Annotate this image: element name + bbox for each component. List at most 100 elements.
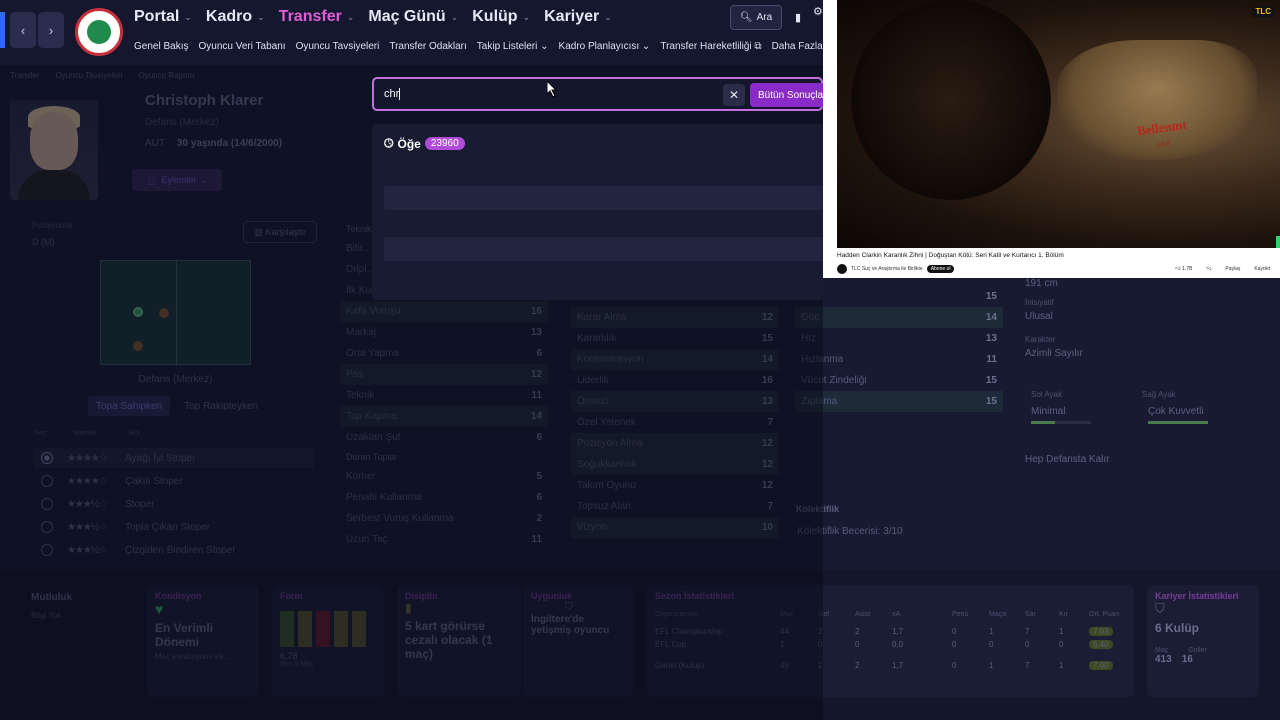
right-foot-value: Çok Kuvvetli bbox=[1148, 406, 1204, 417]
save-button[interactable]: Kaydet bbox=[1254, 266, 1270, 272]
attribute-row: Kararlılık 15 bbox=[577, 333, 773, 344]
history-icon: 🕓︎ bbox=[384, 136, 394, 150]
player-portrait bbox=[10, 100, 98, 200]
player-position: Defans (Merkez) bbox=[145, 117, 219, 128]
role-radio[interactable] bbox=[41, 498, 53, 510]
player-nationality-age: AUT 30 yaşında (14/6/2000) bbox=[145, 138, 282, 149]
role-row[interactable]: ★★★½☆ Çizgiden Bindiren Stoper bbox=[34, 540, 314, 560]
attribute-row: Kafa Vuruşu 16 bbox=[340, 301, 548, 322]
breadcrumb-item[interactable]: Oyuncu Tavsiyeleri bbox=[56, 71, 123, 80]
table-row[interactable]: Genel (Kulüp) 46 2 2 1,7 0 1 7 1 7,00 bbox=[655, 661, 1126, 670]
subnav-genel-bakis[interactable]: Genel Bakış bbox=[134, 41, 188, 52]
form-bars bbox=[280, 611, 376, 647]
role-row[interactable]: ★★★★☆ Çakılı Stoper bbox=[34, 471, 314, 491]
clear-search-button[interactable]: ✕ bbox=[723, 84, 745, 106]
role-radio[interactable] bbox=[41, 544, 53, 556]
form-card[interactable]: Form 6,78 Son 5 Maç bbox=[272, 585, 384, 697]
subnav-oyuncu-veri-tabani[interactable]: Oyuncu Veri Tabanı bbox=[198, 41, 285, 52]
nav-mac-gunu[interactable]: Maç Günü ⌄ bbox=[368, 8, 458, 26]
pitch-dot bbox=[133, 341, 143, 351]
nav-kariyer[interactable]: Kariyer ⌄ bbox=[544, 8, 612, 26]
table-row[interactable]: EFL Cup 1 0 0 0,0 0 0 0 0 6,40 bbox=[655, 640, 1126, 649]
attributes-mental: Karar Alma 12 Kararlılık 15 Konsantrasyon 1… bbox=[571, 307, 779, 538]
attribute-row: Uzun Taç 11 bbox=[346, 534, 542, 545]
roles-header: Seç Yetenek Rol bbox=[34, 430, 140, 437]
career-stats-card[interactable]: Kariyer İstatistikleri ⛉ 6 Kulüp Maç Goll… bbox=[1147, 585, 1259, 697]
attribute-row: Özel Yetenek 7 bbox=[577, 417, 773, 428]
share-button[interactable]: Paylaş bbox=[1225, 266, 1240, 272]
mouse-cursor bbox=[547, 81, 558, 98]
channel-name[interactable]: TLC Suç ve Araştırma ile Birlikte bbox=[851, 266, 923, 272]
season-stats-table: Organizasyon Maç Gol Asist xA Pens Maça … bbox=[655, 611, 1126, 670]
main-nav: Portal ⌄ Kadro ⌄ Transfer ⌄ Maç Günü ⌄ Kulüp… bbox=[134, 8, 612, 26]
nationality: AUT bbox=[145, 138, 165, 149]
actions-button[interactable]: 👤︎ Eylemler ⌄ bbox=[132, 169, 222, 191]
search-input[interactable]: chr ✕ Bütün Sonuçlar bbox=[372, 77, 830, 111]
back-button[interactable]: ‹ bbox=[10, 12, 36, 48]
role-row[interactable]: ★★★★☆ Ayağı İyi Stoper bbox=[34, 448, 314, 468]
role-row[interactable]: ★★★½☆ Stoper bbox=[34, 494, 314, 514]
subscribe-button[interactable]: Abone ol bbox=[926, 265, 955, 273]
all-results-button[interactable]: Bütün Sonuçlar bbox=[750, 83, 830, 107]
subnav-takip-listeleri[interactable]: Takip Listeleri ⌄ bbox=[477, 41, 549, 52]
left-foot-label: Sol Ayak bbox=[1031, 390, 1062, 399]
nav-kulup[interactable]: Kulüp ⌄ bbox=[472, 8, 530, 26]
nav-portal[interactable]: Portal ⌄ bbox=[134, 8, 192, 26]
subnav-transfer-hareketliligi[interactable]: Transfer Hareketliliği ⧉ bbox=[660, 41, 761, 52]
video-frame[interactable]: Bellenmt aaA TLC bbox=[837, 0, 1280, 248]
channel-avatar[interactable] bbox=[837, 264, 847, 274]
attribute-row: Konsantrasyon 14 bbox=[571, 349, 779, 370]
player-age: 30 yaşında (14/6/2000) bbox=[177, 138, 283, 149]
subnav-daha-fazla[interactable]: Daha Fazla bbox=[772, 41, 823, 52]
results-header[interactable]: 🕓︎ Öğe 23960 bbox=[384, 136, 465, 151]
role-row[interactable]: ★★★½☆ Topla Çıkan Stoper bbox=[34, 517, 314, 537]
happiness-title: Mutluluk bbox=[31, 592, 73, 603]
breadcrumb-item[interactable]: Transfer bbox=[10, 71, 40, 80]
attribute-row: Zıplama 15 bbox=[795, 391, 1003, 412]
video-player-window[interactable]: Bellenmt aaA TLC Hadden Clarkin Karanlık… bbox=[823, 0, 1280, 278]
role-radio[interactable] bbox=[41, 452, 53, 464]
top-navigation-bar: ‹ › Portal ⌄ Kadro ⌄ Transfer ⌄ Maç Günü ⌄ K… bbox=[0, 0, 823, 65]
attribute-row: Top Kapma 14 bbox=[340, 406, 548, 427]
settings-icon[interactable]: ⚙ bbox=[813, 5, 823, 30]
loading-placeholder bbox=[384, 186, 823, 210]
role-radio[interactable] bbox=[41, 521, 53, 533]
positions-value: D (M) bbox=[32, 237, 55, 247]
attribute-row: Önsezi 13 bbox=[571, 391, 779, 412]
bookmark-icon[interactable]: ▮ bbox=[787, 5, 809, 30]
attribute-row: Vücut Zindeliği 15 bbox=[801, 375, 997, 386]
tab-with-ball[interactable]: Topa Sahipken bbox=[88, 396, 171, 416]
table-row[interactable]: EFL Championship 44 2 2 1,7 0 1 7 1 7,03 bbox=[655, 627, 1126, 636]
season-stats-card[interactable]: Sezon İstatistikleri Organizasyon Maç Go… bbox=[647, 585, 1134, 697]
search-button[interactable]: 🔍︎ Ara bbox=[730, 5, 782, 30]
progress-marker bbox=[1276, 236, 1280, 248]
dislike-icon[interactable]: 👎︎ bbox=[1206, 266, 1211, 272]
tab-without-ball[interactable]: Top Rakipteyken bbox=[176, 396, 266, 416]
like-button[interactable]: 👍︎ 1,7B bbox=[1175, 266, 1192, 272]
condition-card[interactable]: Kondisyon ♥ En Verimli Dönemi Maç kondis… bbox=[147, 585, 259, 697]
initiative-value: Ulusal bbox=[1025, 311, 1053, 322]
tlc-logo: TLC bbox=[1252, 6, 1274, 17]
discipline-card[interactable]: Disiplin ▮ 5 kart görürse cezalı olacak … bbox=[397, 585, 521, 697]
attributes-physical: Güç 14 Hız 13 Hızlanma 11 Vücut Zindeliği 15… bbox=[795, 307, 1003, 412]
attribute-row: Hızlanma 11 bbox=[801, 354, 997, 365]
subnav-oyuncu-tavsiyeleri[interactable]: Oyuncu Tavsiyeleri bbox=[296, 41, 380, 52]
nav-transfer[interactable]: Transfer ⌄ bbox=[279, 8, 355, 26]
left-foot-value: Minimal bbox=[1031, 406, 1066, 417]
subnav-kadro-planlayicisi[interactable]: Kadro Planlayıcısı ⌄ bbox=[559, 41, 651, 52]
attribute-row: Pas 12 bbox=[340, 364, 548, 385]
attribute-row: Serbest Vuruş Kullanma 2 bbox=[346, 513, 542, 524]
forward-button[interactable]: › bbox=[38, 12, 64, 48]
video-title: Hadden Clarkin Karanlık Zihni | Doğuştan… bbox=[837, 252, 1064, 259]
thumbs-up-icon: 👍︎ bbox=[1175, 266, 1181, 272]
nav-kadro[interactable]: Kadro ⌄ bbox=[206, 8, 265, 26]
subnav-transfer-odaklari[interactable]: Transfer Odakları bbox=[389, 41, 466, 52]
shield-icon: ⛉ bbox=[1155, 601, 1165, 616]
attribute-row: Orta Yapma 6 bbox=[346, 348, 542, 359]
teamwork-value: Kolektiflik Becerisi: 3/10 bbox=[797, 526, 903, 537]
search-results-dropdown: 🕓︎ Öğe 23960 bbox=[372, 124, 823, 300]
role-radio[interactable] bbox=[41, 475, 53, 487]
club-logo[interactable] bbox=[75, 8, 123, 56]
eligibility-card[interactable]: Uygunluk ⛉ İngiltere'de yetişmiş oyuncu bbox=[523, 585, 633, 697]
compare-button[interactable]: ▥ Karşılaştır bbox=[243, 221, 317, 243]
